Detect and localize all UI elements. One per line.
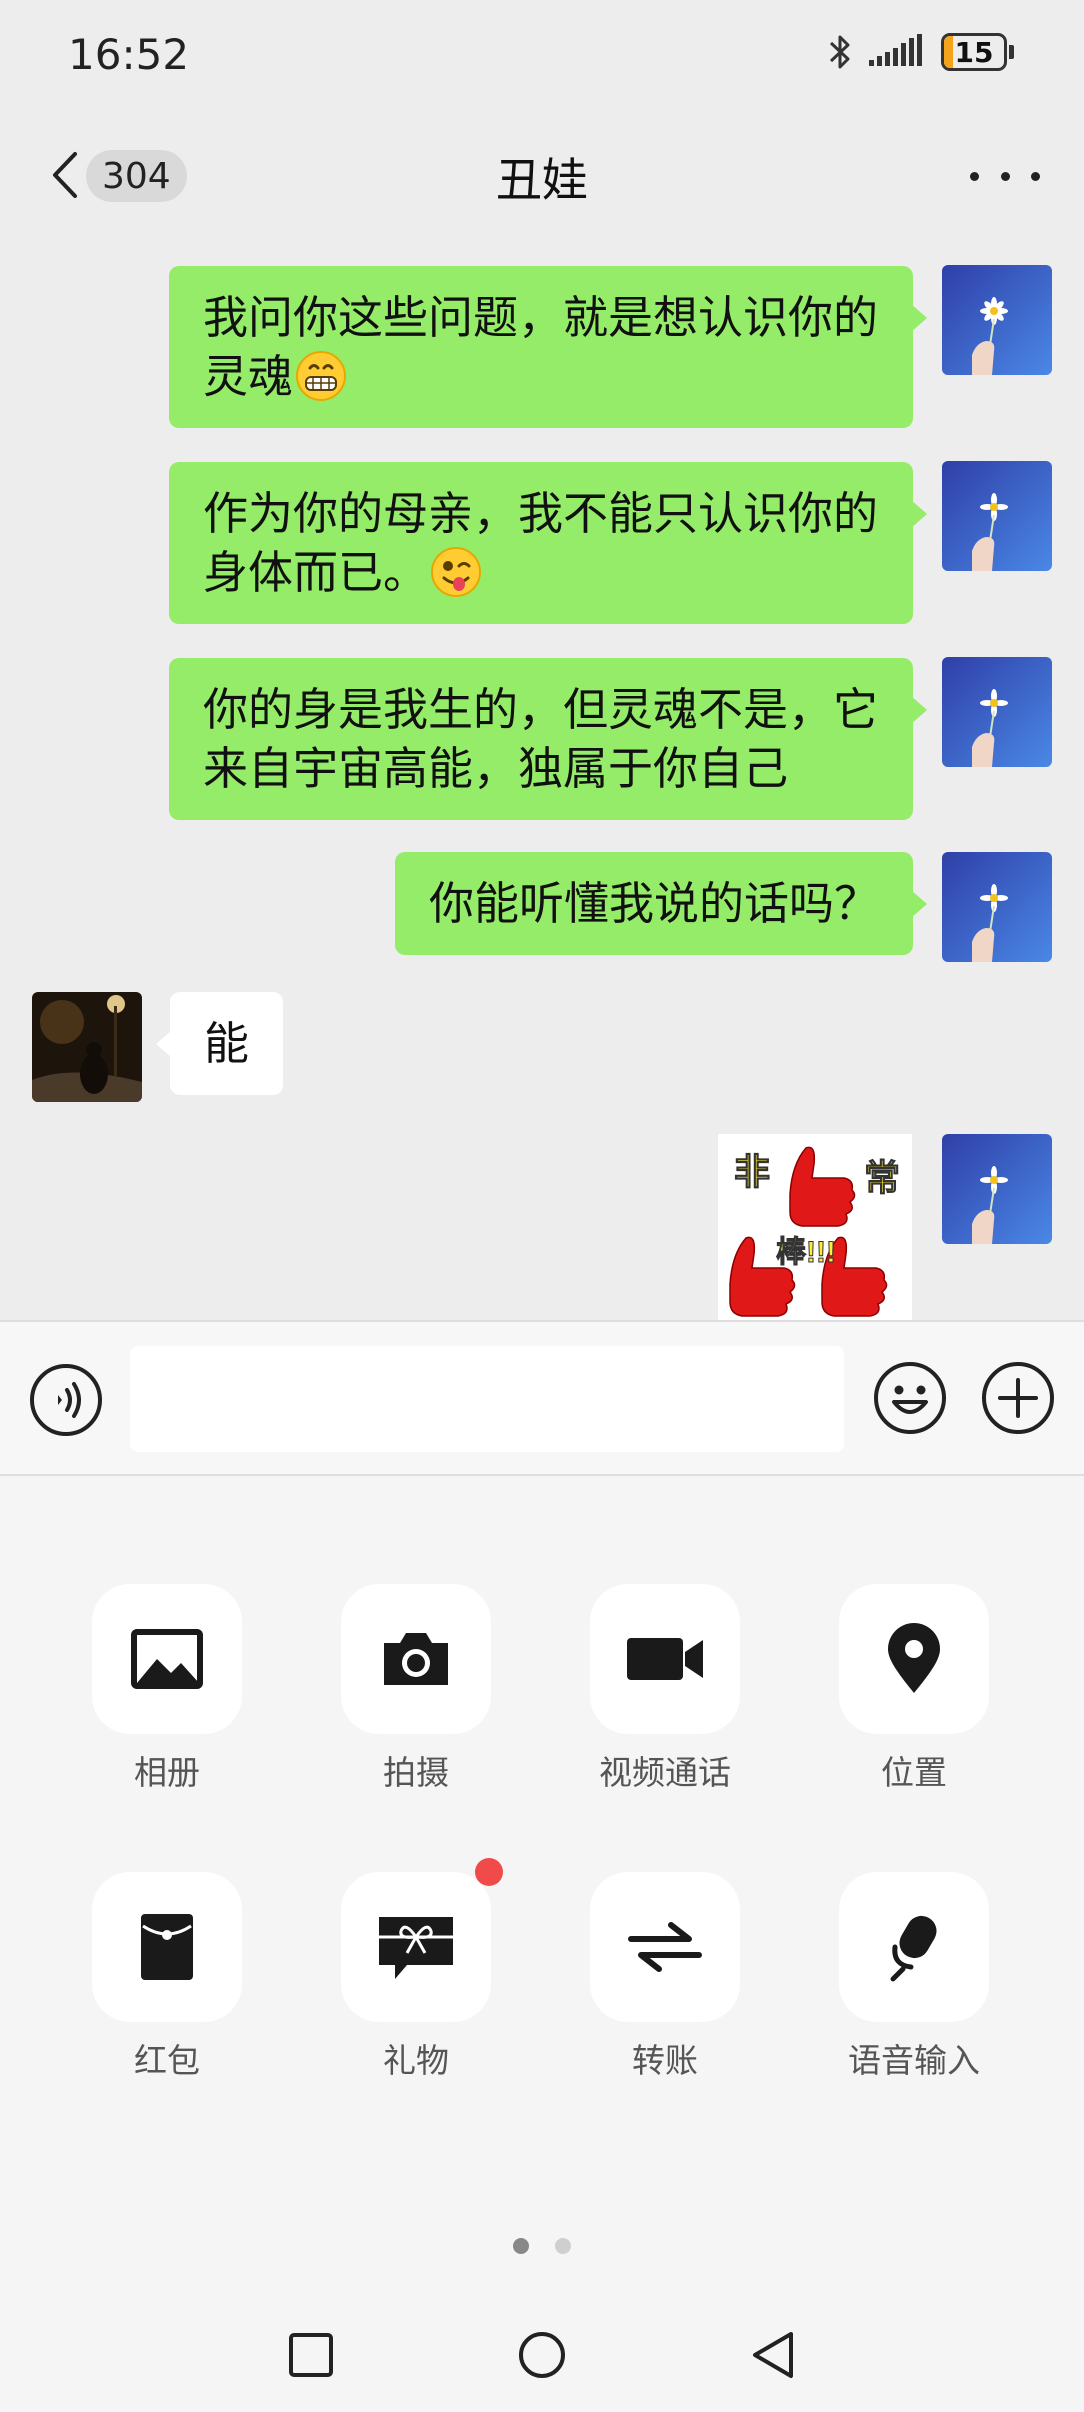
back-icon <box>753 2332 793 2378</box>
video-call-icon <box>627 1638 703 1680</box>
page-dot[interactable] <box>555 2238 571 2254</box>
contact-avatar[interactable] <box>32 992 142 1102</box>
battery-icon: 15 <box>941 33 1014 71</box>
message-line: 来自宇宙高能，独属于你自己 <box>203 742 789 795</box>
status-bar: 16:52 15 <box>0 0 1084 110</box>
voice-button[interactable] <box>28 1362 104 1438</box>
tool-video-call[interactable]: 视频通话 <box>585 1584 745 1794</box>
status-icons: 15 <box>827 32 1014 72</box>
home-button[interactable] <box>507 2320 577 2390</box>
voice-input-icon <box>890 1915 937 1982</box>
tool-photo-album[interactable]: 相册 <box>87 1584 247 1794</box>
battery-fill <box>944 36 953 68</box>
self-avatar[interactable] <box>942 461 1052 571</box>
sticker-message[interactable]: 非 常 棒!!! <box>718 1134 912 1320</box>
emoji-button[interactable] <box>872 1360 948 1436</box>
message-line: 你能听懂我说的话吗？ <box>428 877 879 930</box>
function-panel: 相册 拍摄 视频通话 位置 红包 礼物 转账 语音输入 <box>0 1476 1084 2412</box>
notification-dot <box>475 1858 503 1886</box>
tool-label: 拍摄 <box>383 1753 449 1792</box>
message-bubble-outgoing[interactable]: 你的身是我生的，但灵魂不是，它 来自宇宙高能，独属于你自己 <box>169 658 927 820</box>
daisy-avatar-image <box>942 265 1052 375</box>
chat-title[interactable]: 丑娃 <box>0 144 1084 210</box>
grinning-face-emoji-icon <box>296 351 347 401</box>
system-nav-bar <box>0 2296 1084 2412</box>
thumbs-up-sticker-image: 非 常 棒!!! <box>718 1134 912 1320</box>
message-line: 作为你的母亲，我不能只认识你的 <box>203 487 879 540</box>
tool-label: 红包 <box>134 2041 200 2080</box>
tool-label: 位置 <box>881 1753 947 1792</box>
daisy-avatar-image <box>942 852 1052 962</box>
daisy-avatar-image <box>942 657 1052 767</box>
message-bubble-outgoing[interactable]: 你能听懂我说的话吗？ <box>394 852 928 955</box>
message-bubble-outgoing[interactable]: 作为你的母亲，我不能只认识你的 身体而已。 <box>169 462 927 624</box>
winking-tongue-face-emoji-icon <box>431 547 482 597</box>
transfer-icon <box>628 1922 702 1972</box>
tool-label: 视频通话 <box>599 1753 731 1792</box>
message-bubble-incoming[interactable]: 能 <box>155 992 284 1095</box>
night-scene-avatar-image <box>32 992 142 1102</box>
sticker-text-3: 棒!!! <box>776 1236 836 1269</box>
self-avatar[interactable] <box>942 657 1052 767</box>
photo-album-icon <box>131 1629 203 1689</box>
status-time: 16:52 <box>68 30 190 79</box>
tool-transfer[interactable]: 转账 <box>585 1872 745 2082</box>
sticker-text-2: 常 <box>864 1157 900 1198</box>
self-avatar[interactable] <box>942 265 1052 375</box>
tool-label: 语音输入 <box>848 2041 980 2080</box>
battery-level: 15 <box>954 35 994 69</box>
tool-label: 礼物 <box>383 2041 449 2080</box>
camera-icon <box>384 1633 448 1685</box>
more-functions-button[interactable] <box>980 1360 1056 1436</box>
page-dot-active[interactable] <box>513 2238 529 2254</box>
message-bubble-outgoing[interactable]: 我问你这些问题，就是想认识你的 灵魂 <box>169 266 927 428</box>
self-avatar[interactable] <box>942 1134 1052 1244</box>
home-icon <box>519 2332 565 2378</box>
message-line: 灵魂 <box>203 350 294 403</box>
input-bar <box>0 1320 1084 1476</box>
tool-camera[interactable]: 拍摄 <box>336 1584 496 1794</box>
message-input[interactable] <box>130 1346 844 1452</box>
red-packet-icon <box>141 1914 193 1980</box>
back-nav-button[interactable] <box>738 2320 808 2390</box>
message-line: 能 <box>204 1017 250 1070</box>
chat-header: 304 丑娃 <box>0 110 1084 240</box>
tool-red-packet[interactable]: 红包 <box>87 1872 247 2082</box>
message-line: 你的身是我生的，但灵魂不是，它 <box>203 683 879 736</box>
daisy-avatar-image <box>942 461 1052 571</box>
recent-apps-icon <box>289 2333 333 2377</box>
tool-label: 相册 <box>134 1753 200 1792</box>
bluetooth-icon <box>829 35 850 69</box>
more-button[interactable] <box>970 146 1040 206</box>
message-line: 我问你这些问题，就是想认识你的 <box>203 291 879 344</box>
recent-apps-button[interactable] <box>276 2320 346 2390</box>
message-line: 身体而已。 <box>203 546 429 599</box>
more-icon <box>970 171 979 181</box>
tool-label: 转账 <box>632 2041 698 2080</box>
tool-gift[interactable]: 礼物 <box>336 1858 503 2082</box>
emoji-icon <box>874 1362 946 1434</box>
tool-location[interactable]: 位置 <box>834 1584 994 1794</box>
gift-icon <box>379 1917 453 1979</box>
sticker-text-1: 非 <box>734 1151 770 1192</box>
location-icon <box>888 1623 940 1693</box>
signal-icon <box>869 34 922 66</box>
tool-voice-input[interactable]: 语音输入 <box>834 1872 994 2082</box>
message-list[interactable]: 我问你这些问题，就是想认识你的 灵魂 作为你的母亲，我不能只认识你的 身体而已。 <box>0 240 1084 1320</box>
page-indicator <box>0 2238 1084 2254</box>
voice-icon <box>30 1364 102 1436</box>
plus-icon <box>982 1362 1054 1434</box>
self-avatar[interactable] <box>942 852 1052 962</box>
daisy-avatar-image <box>942 1134 1052 1244</box>
